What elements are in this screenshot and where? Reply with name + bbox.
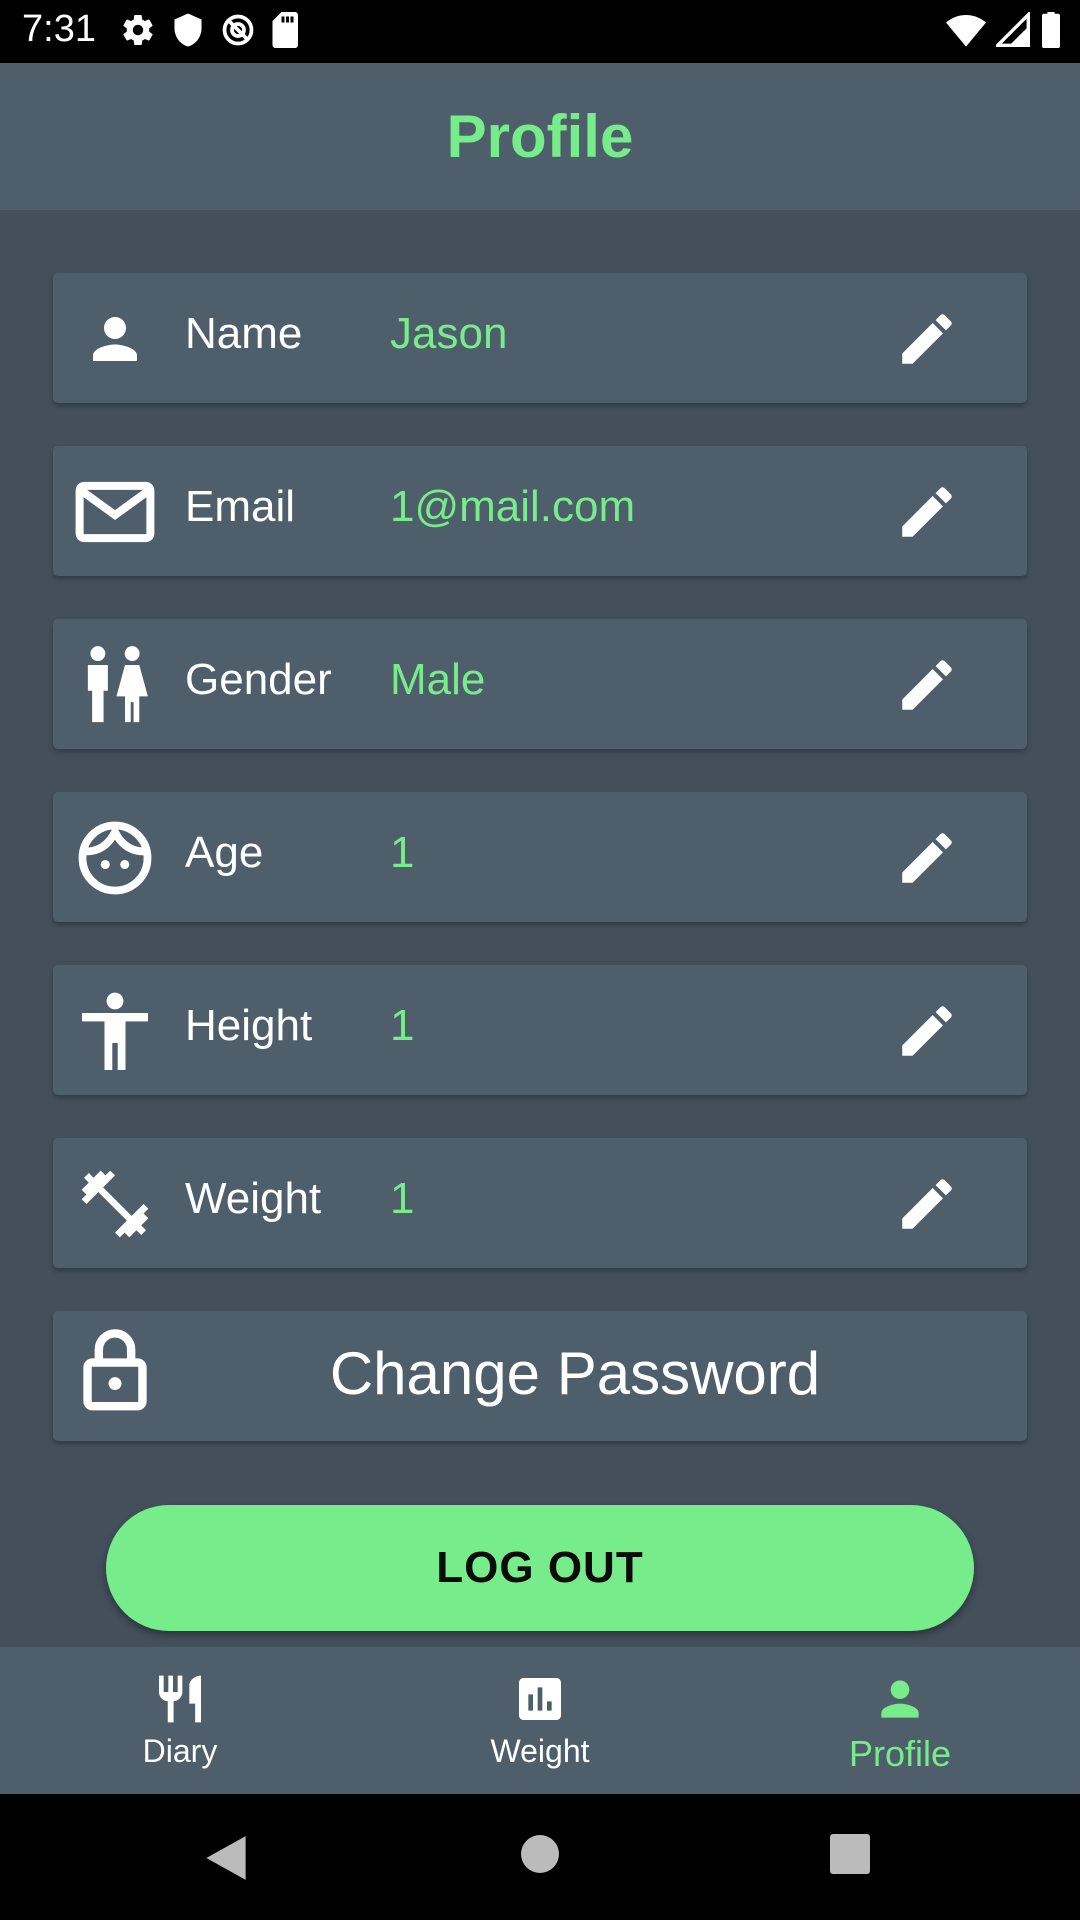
profile-row-gender: Gender Male — [53, 619, 1027, 749]
recents-icon[interactable] — [830, 1834, 870, 1874]
edit-gender-button[interactable] — [891, 649, 963, 721]
height-icon — [73, 992, 157, 1070]
status-icons-left — [120, 12, 302, 48]
wifi-icon — [946, 15, 986, 47]
system-nav-bar — [0, 1794, 1080, 1920]
person-icon — [73, 303, 157, 375]
row-value: Jason — [390, 309, 508, 358]
signal-icon — [996, 12, 1030, 47]
no-sync-icon — [222, 14, 254, 46]
status-icons-right — [946, 12, 1062, 48]
edit-height-button[interactable] — [891, 995, 963, 1067]
edit-email-button[interactable] — [891, 476, 963, 548]
pencil-icon — [902, 1179, 952, 1229]
logout-label: LOG OUT — [436, 1543, 644, 1592]
status-time: 7:31 — [22, 8, 96, 50]
logout-button[interactable]: LOG OUT — [106, 1505, 974, 1631]
nav-item-weight[interactable]: Weight — [360, 1647, 720, 1794]
nav-label: Weight — [490, 1733, 590, 1769]
row-value: 1 — [390, 1174, 415, 1223]
profile-row-age: Age 1 — [53, 792, 1027, 922]
profile-row-name: Name Jason — [53, 273, 1027, 403]
pencil-icon — [902, 1006, 952, 1056]
mail-icon — [73, 476, 157, 548]
battery-icon — [1042, 12, 1060, 48]
gender-icon — [73, 646, 157, 723]
profile-row-email: Email 1@mail.com — [53, 446, 1027, 576]
nav-label: Profile — [848, 1733, 952, 1774]
profile-row-height: Height 1 — [53, 965, 1027, 1095]
face-icon — [73, 821, 157, 895]
app-header: Profile — [0, 63, 1080, 210]
row-value: 1 — [390, 1001, 415, 1050]
profile-row-weight: Weight 1 — [53, 1138, 1027, 1268]
nav-item-diary[interactable]: Diary — [0, 1647, 360, 1794]
row-label: Gender — [185, 655, 332, 704]
home-icon[interactable] — [520, 1834, 560, 1874]
edit-age-button[interactable] — [891, 822, 963, 894]
pencil-icon — [902, 314, 952, 364]
edit-name-button[interactable] — [891, 303, 963, 375]
sd-card-icon — [272, 12, 298, 48]
row-value: 1@mail.com — [390, 482, 636, 531]
row-label: Name — [185, 309, 303, 358]
row-value: Male — [390, 655, 486, 704]
pencil-icon — [902, 833, 952, 883]
row-label: Weight — [185, 1174, 322, 1223]
row-label: Height — [185, 1001, 313, 1050]
back-icon[interactable] — [204, 1834, 248, 1882]
bottom-nav: Diary Weight Profile — [0, 1647, 1080, 1794]
pencil-icon — [902, 660, 952, 710]
dumbbell-icon — [73, 1168, 157, 1240]
shield-icon — [174, 13, 202, 47]
status-bar: 7:31 — [0, 0, 1080, 63]
edit-weight-button[interactable] — [891, 1168, 963, 1240]
bar-chart-icon — [519, 1678, 561, 1720]
change-password-label: Change Password — [329, 1340, 821, 1407]
gear-icon — [123, 15, 153, 46]
fork-knife-icon — [159, 1675, 201, 1723]
row-value: 1 — [390, 828, 415, 877]
pencil-icon — [902, 487, 952, 537]
row-label: Age — [185, 828, 264, 877]
person-icon — [881, 1680, 919, 1718]
row-label: Email — [185, 482, 296, 531]
page-title: Profile — [446, 103, 634, 170]
nav-label: Diary — [142, 1733, 218, 1769]
nav-item-profile[interactable]: Profile — [720, 1647, 1080, 1794]
change-password-button[interactable]: Change Password — [53, 1311, 1027, 1441]
